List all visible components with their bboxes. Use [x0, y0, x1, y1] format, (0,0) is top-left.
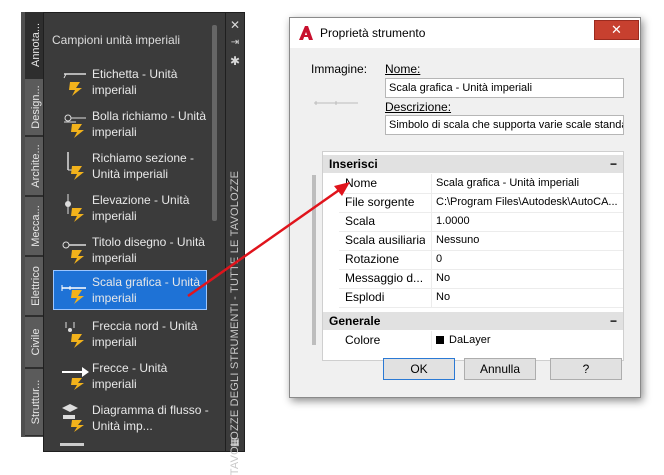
- property-value[interactable]: No: [431, 288, 619, 307]
- tool-label: Scala grafica - Unità imperiali: [92, 275, 201, 305]
- tool-label: Freccia nord - Unità imperiali: [92, 319, 198, 349]
- property-value[interactable]: C:\Program Files\Autodesk\AutoCA...: [431, 193, 619, 212]
- section-title: Inserisci: [329, 157, 378, 171]
- tab-label: Annota...: [29, 22, 42, 68]
- tool-item-elevazione[interactable]: Elevazione - Unità imperiali: [54, 189, 206, 227]
- palette-side-label: TAVOLOZZE DEGLI STRUMENTI - TUTTE LE TAV…: [229, 170, 241, 475]
- close-button[interactable]: ✕: [594, 20, 639, 40]
- description-field[interactable]: Simbolo di scala che supporta varie scal…: [385, 115, 624, 135]
- palette-title: Campioni unità imperiali: [52, 33, 181, 47]
- label-tool-icon: [63, 73, 86, 96]
- property-value[interactable]: 0: [431, 250, 619, 269]
- property-row-rotazione[interactable]: Rotazione 0: [339, 250, 623, 270]
- properties-grid: Inserisci − Nome Scala grafica - Unità i…: [322, 151, 624, 361]
- property-row-messaggio[interactable]: Messaggio d... No: [339, 269, 623, 289]
- tool-item-frecce[interactable]: Frecce - Unità imperiali: [54, 357, 206, 395]
- property-value[interactable]: No: [431, 269, 619, 288]
- elevation-icon: [65, 194, 84, 222]
- property-key: Esplodi: [345, 290, 385, 304]
- tool-label: Frecce - Unità imperiali: [92, 361, 168, 391]
- property-key: Colore: [345, 333, 381, 347]
- tool-properties-dialog: Proprietà strumento ✕ Immagine: Nome: Sc…: [289, 17, 641, 398]
- property-row-file-sorgente[interactable]: File sorgente C:\Program Files\Autodesk\…: [339, 193, 623, 213]
- callout-bubble-icon: [64, 114, 86, 138]
- scale-bar-icon: [61, 285, 86, 304]
- dialog-title: Proprietà strumento: [320, 26, 426, 40]
- palette-menu-icon[interactable]: ▦: [229, 437, 241, 449]
- section-generale[interactable]: Generale −: [323, 312, 623, 330]
- palette-scrollbar[interactable]: [212, 25, 217, 221]
- property-row-scala[interactable]: Scala 1.0000: [339, 212, 623, 232]
- close-icon: ✕: [611, 22, 622, 37]
- property-row-esplodi[interactable]: Esplodi No: [339, 288, 623, 308]
- dialog-titlebar[interactable]: Proprietà strumento ✕: [290, 18, 640, 48]
- tool-item-richiamo-sezione[interactable]: Richiamo sezione - Unità imperiali: [54, 147, 206, 185]
- next-tool-partial-icon: [60, 443, 84, 446]
- tool-label: Etichetta - Unità imperiali: [92, 67, 178, 97]
- section-callout-icon: [67, 152, 84, 180]
- tab-label: Design...: [29, 85, 42, 129]
- property-key: Scala ausiliaria: [345, 233, 425, 247]
- autocad-logo-icon: [299, 26, 313, 40]
- tool-label: Diagramma di flusso - Unità imp...: [92, 403, 209, 433]
- property-key: File sorgente: [345, 195, 415, 209]
- tool-item-bolla-richiamo[interactable]: Bolla richiamo - Unità imperiali: [54, 105, 206, 143]
- property-key: Messaggio d...: [345, 271, 424, 285]
- description-label: Descrizione:: [385, 100, 452, 114]
- property-value[interactable]: Scala grafica - Unità imperiali: [431, 174, 619, 193]
- image-label: Immagine:: [311, 62, 368, 76]
- cancel-button[interactable]: Annulla: [464, 358, 536, 380]
- close-icon[interactable]: ✕: [229, 19, 241, 31]
- collapse-icon[interactable]: −: [610, 155, 617, 173]
- tool-palette: Annota... Design... Archite... Mecca... …: [17, 12, 245, 475]
- property-key: Scala: [345, 214, 376, 228]
- tab-label: Archite...: [29, 144, 42, 188]
- section-inserisci[interactable]: Inserisci −: [323, 155, 623, 173]
- palette-panel: Campioni unità imperiali Etichetta - Uni…: [43, 12, 226, 452]
- color-value-text: DaLayer: [449, 334, 491, 346]
- section-title: Generale: [329, 314, 381, 328]
- tool-label: Elevazione - Unità imperiali: [92, 193, 190, 223]
- property-value[interactable]: DaLayer: [431, 331, 619, 350]
- collapse-icon[interactable]: −: [610, 312, 617, 330]
- tool-item-scala-grafica[interactable]: Scala grafica - Unità imperiali: [53, 270, 207, 310]
- name-label: Nome:: [385, 62, 421, 76]
- tool-item-etichetta[interactable]: Etichetta - Unità imperiali: [54, 63, 206, 101]
- properties-scrollbar[interactable]: [312, 175, 316, 345]
- arrows-icon: [62, 367, 89, 390]
- property-value[interactable]: Nessuno: [431, 231, 619, 250]
- palette-side-strip: ✕ ⇥ ✱ TAVOLOZZE DEGLI STRUMENTI - TUTTE …: [226, 12, 245, 475]
- color-swatch-icon: [436, 336, 444, 345]
- north-arrow-icon: [65, 322, 84, 348]
- help-button[interactable]: ?: [550, 358, 622, 380]
- tool-item-diagramma-flusso[interactable]: Diagramma di flusso - Unità imp...: [54, 399, 209, 437]
- autohide-icon[interactable]: ⇥: [229, 37, 241, 49]
- ok-button[interactable]: OK: [383, 358, 455, 380]
- tool-label: Titolo disegno - Unità imperiali: [92, 235, 205, 265]
- tool-label: Richiamo sezione - Unità imperiali: [92, 151, 195, 181]
- property-row-nome[interactable]: Nome Scala grafica - Unità imperiali: [339, 174, 623, 194]
- property-row-scala-ausiliaria[interactable]: Scala ausiliaria Nessuno: [339, 231, 623, 251]
- tab-label: Mecca...: [29, 205, 42, 247]
- property-key: Nome: [345, 176, 378, 190]
- property-value[interactable]: 1.0000: [431, 212, 619, 231]
- properties-gear-icon[interactable]: ✱: [229, 55, 241, 67]
- tab-label: Struttur...: [29, 379, 42, 425]
- property-row-colore[interactable]: Colore DaLayer: [339, 331, 623, 350]
- tool-label: Bolla richiamo - Unità imperiali: [92, 109, 207, 139]
- tool-item-titolo-disegno[interactable]: Titolo disegno - Unità imperiali: [54, 231, 206, 269]
- tool-image-preview: [314, 101, 358, 105]
- drawing-title-icon: [62, 241, 86, 264]
- flowchart-icon: [62, 404, 84, 432]
- property-key: Rotazione: [345, 252, 400, 266]
- tab-label: Elettrico: [29, 266, 42, 306]
- tool-item-freccia-nord[interactable]: Freccia nord - Unità imperiali: [54, 315, 206, 353]
- name-field[interactable]: Scala grafica - Unità imperiali: [385, 78, 624, 98]
- tab-label: Civile: [29, 328, 42, 356]
